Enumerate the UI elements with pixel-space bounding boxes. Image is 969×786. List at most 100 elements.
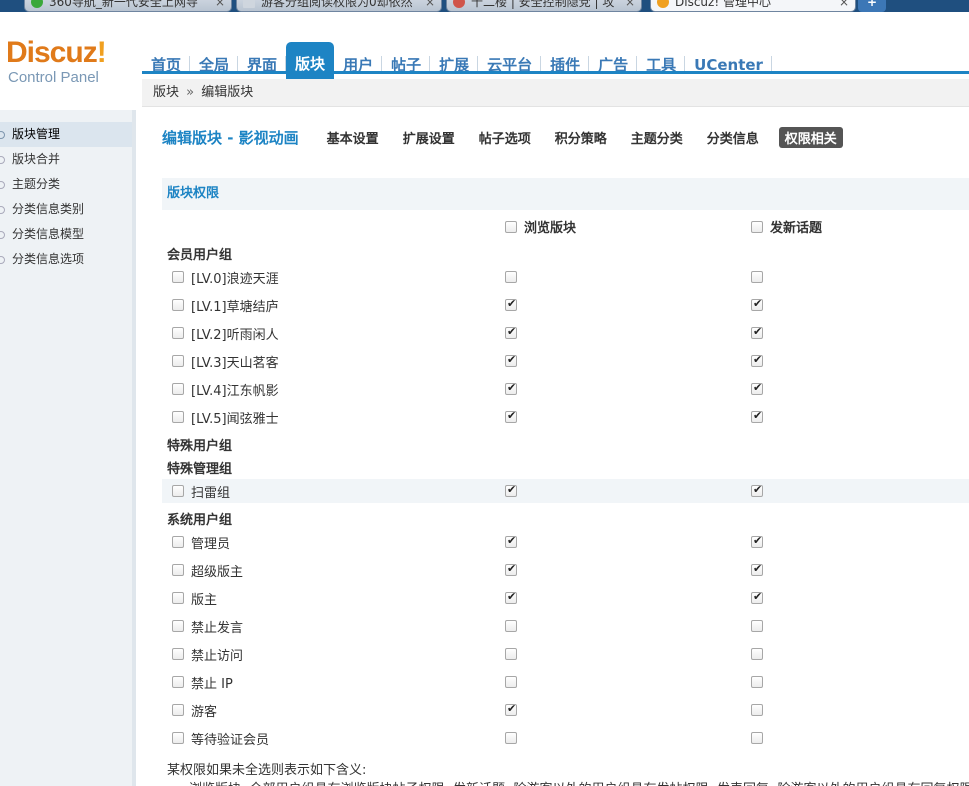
row-select-checkbox[interactable] — [172, 299, 184, 311]
close-icon[interactable]: × — [839, 0, 849, 11]
breadcrumb-current: 编辑版块 — [201, 85, 254, 100]
browse-permission-checkbox[interactable] — [505, 702, 517, 716]
row-select-checkbox[interactable] — [172, 327, 184, 339]
row-select-checkbox[interactable] — [172, 592, 184, 604]
nav-item-extended[interactable]: 扩展 — [430, 44, 479, 84]
select-all-post-checkbox[interactable] — [751, 220, 763, 233]
post-permission-checkbox[interactable] — [751, 620, 763, 632]
row-select-checkbox[interactable] — [172, 355, 184, 367]
select-all-browse-checkbox[interactable] — [505, 220, 517, 233]
tab-thread-types[interactable]: 主题分类 — [627, 126, 687, 149]
nav-item-global[interactable]: 全局 — [190, 44, 239, 84]
row-select-checkbox[interactable] — [172, 271, 184, 283]
usergroup-name: [LV.2]听雨闲人 — [191, 328, 279, 343]
nav-underline — [142, 71, 969, 74]
section-title: 版块权限 — [162, 178, 969, 210]
main-nav: 首页 全局 界面 版块 用户 帖子 扩展 云平台 插件 广告 工具 UCente… — [142, 42, 772, 84]
tab-permissions[interactable]: 权限相关 — [778, 126, 843, 148]
post-permission-checkbox[interactable] — [751, 381, 763, 395]
row-select-checkbox[interactable] — [172, 383, 184, 395]
row-select-checkbox[interactable] — [172, 648, 184, 660]
post-permission-checkbox[interactable] — [751, 732, 763, 744]
tab-posts[interactable]: 帖子选项 — [475, 126, 535, 149]
sidebar-item-threadsort-category[interactable]: 分类信息类别 — [0, 197, 132, 222]
browse-permission-checkbox[interactable] — [505, 562, 517, 576]
post-permission-checkbox[interactable] — [751, 297, 763, 311]
tab-basic[interactable]: 基本设置 — [323, 126, 383, 149]
permission-row: 管理员 — [162, 530, 969, 554]
browser-tab[interactable]: 游客分组阅读权限为0却依然 × — [236, 0, 442, 12]
browse-permission-checkbox[interactable] — [505, 648, 517, 660]
browse-permission-checkbox[interactable] — [505, 325, 517, 339]
browse-permission-checkbox[interactable] — [505, 271, 517, 283]
permission-row: 禁止 IP — [162, 670, 969, 694]
usergroup-name: 管理员 — [191, 537, 231, 552]
nav-item-tools[interactable]: 工具 — [637, 44, 686, 84]
row-select-checkbox[interactable] — [172, 536, 184, 548]
breadcrumb-root[interactable]: 版块 — [153, 85, 179, 100]
discuz-logo[interactable]: Discuz! Control Panel — [6, 36, 107, 86]
column-browse: 浏览版块 — [505, 217, 576, 236]
nav-item-home[interactable]: 首页 — [142, 44, 191, 84]
browse-permission-checkbox[interactable] — [505, 590, 517, 604]
sidebar-item-threadsort-option[interactable]: 分类信息选项 — [0, 247, 132, 272]
usergroup-name: [LV.4]江东帆影 — [191, 384, 279, 399]
post-permission-checkbox[interactable] — [751, 648, 763, 660]
post-permission-checkbox[interactable] — [751, 325, 763, 339]
page-header: 编辑版块 - 影视动画 基本设置 扩展设置 帖子选项 积分策略 主题分类 分类信… — [162, 126, 859, 148]
post-permission-checkbox[interactable] — [751, 590, 763, 604]
row-select-checkbox[interactable] — [172, 620, 184, 632]
nav-item-user[interactable]: 用户 — [334, 44, 383, 84]
nav-item-topic[interactable]: 帖子 — [382, 44, 431, 84]
browse-permission-checkbox[interactable] — [505, 381, 517, 395]
browser-tab-title: 游客分组阅读权限为0却依然 — [261, 0, 413, 9]
row-select-checkbox[interactable] — [172, 411, 184, 423]
browse-permission-checkbox[interactable] — [505, 483, 517, 497]
post-permission-checkbox[interactable] — [751, 534, 763, 548]
shield-icon — [31, 0, 43, 8]
row-select-checkbox[interactable] — [172, 485, 184, 497]
tab-extend[interactable]: 扩展设置 — [399, 126, 459, 149]
browser-tab[interactable]: 360导航_新一代安全上网导 × — [24, 0, 232, 12]
nav-item-style[interactable]: 界面 — [238, 44, 287, 84]
close-icon[interactable]: × — [425, 0, 435, 11]
post-permission-checkbox[interactable] — [751, 271, 763, 283]
tab-credits[interactable]: 积分策略 — [551, 126, 611, 149]
browser-tab[interactable]: 十二楼 | 安全控制隐党 | 攻 × — [446, 0, 642, 12]
new-tab-button[interactable]: + — [858, 0, 886, 12]
tab-threadsorts[interactable]: 分类信息 — [703, 126, 763, 149]
column-post-label: 发新话题 — [770, 221, 823, 236]
post-permission-checkbox[interactable] — [751, 676, 763, 688]
nav-item-ucenter[interactable]: UCenter — [685, 44, 772, 84]
browse-permission-checkbox[interactable] — [505, 732, 517, 744]
sidebar-item-thread-types[interactable]: 主题分类 — [0, 172, 132, 197]
post-permission-checkbox[interactable] — [751, 562, 763, 576]
nav-item-adv[interactable]: 广告 — [589, 44, 638, 84]
browser-tab-active[interactable]: Discuz! 管理中心 × — [650, 0, 856, 12]
post-permission-checkbox[interactable] — [751, 483, 763, 497]
nav-item-plugin[interactable]: 插件 — [541, 44, 590, 84]
browse-permission-checkbox[interactable] — [505, 297, 517, 311]
row-select-checkbox[interactable] — [172, 732, 184, 744]
sidebar-item-forum-merge[interactable]: 版块合并 — [0, 147, 132, 172]
close-icon[interactable]: × — [215, 0, 225, 11]
nav-item-forum[interactable]: 版块 — [286, 42, 335, 84]
browse-permission-checkbox[interactable] — [505, 620, 517, 632]
permission-row: 版主 — [162, 586, 969, 610]
nav-item-cloud[interactable]: 云平台 — [478, 44, 542, 84]
post-permission-checkbox[interactable] — [751, 409, 763, 423]
post-permission-checkbox[interactable] — [751, 704, 763, 716]
permission-row: 游客 — [162, 698, 969, 722]
row-select-checkbox[interactable] — [172, 564, 184, 576]
browse-permission-checkbox[interactable] — [505, 534, 517, 548]
browse-permission-checkbox[interactable] — [505, 676, 517, 688]
sidebar-item-threadsort-model[interactable]: 分类信息模型 — [0, 222, 132, 247]
post-permission-checkbox[interactable] — [751, 353, 763, 367]
sidebar-item-forum-manage[interactable]: 版块管理 — [0, 122, 132, 147]
row-select-checkbox[interactable] — [172, 676, 184, 688]
browse-permission-checkbox[interactable] — [505, 409, 517, 423]
page-title: 编辑版块 - 影视动画 — [162, 128, 299, 147]
row-select-checkbox[interactable] — [172, 704, 184, 716]
browse-permission-checkbox[interactable] — [505, 353, 517, 367]
close-icon[interactable]: × — [625, 0, 635, 11]
